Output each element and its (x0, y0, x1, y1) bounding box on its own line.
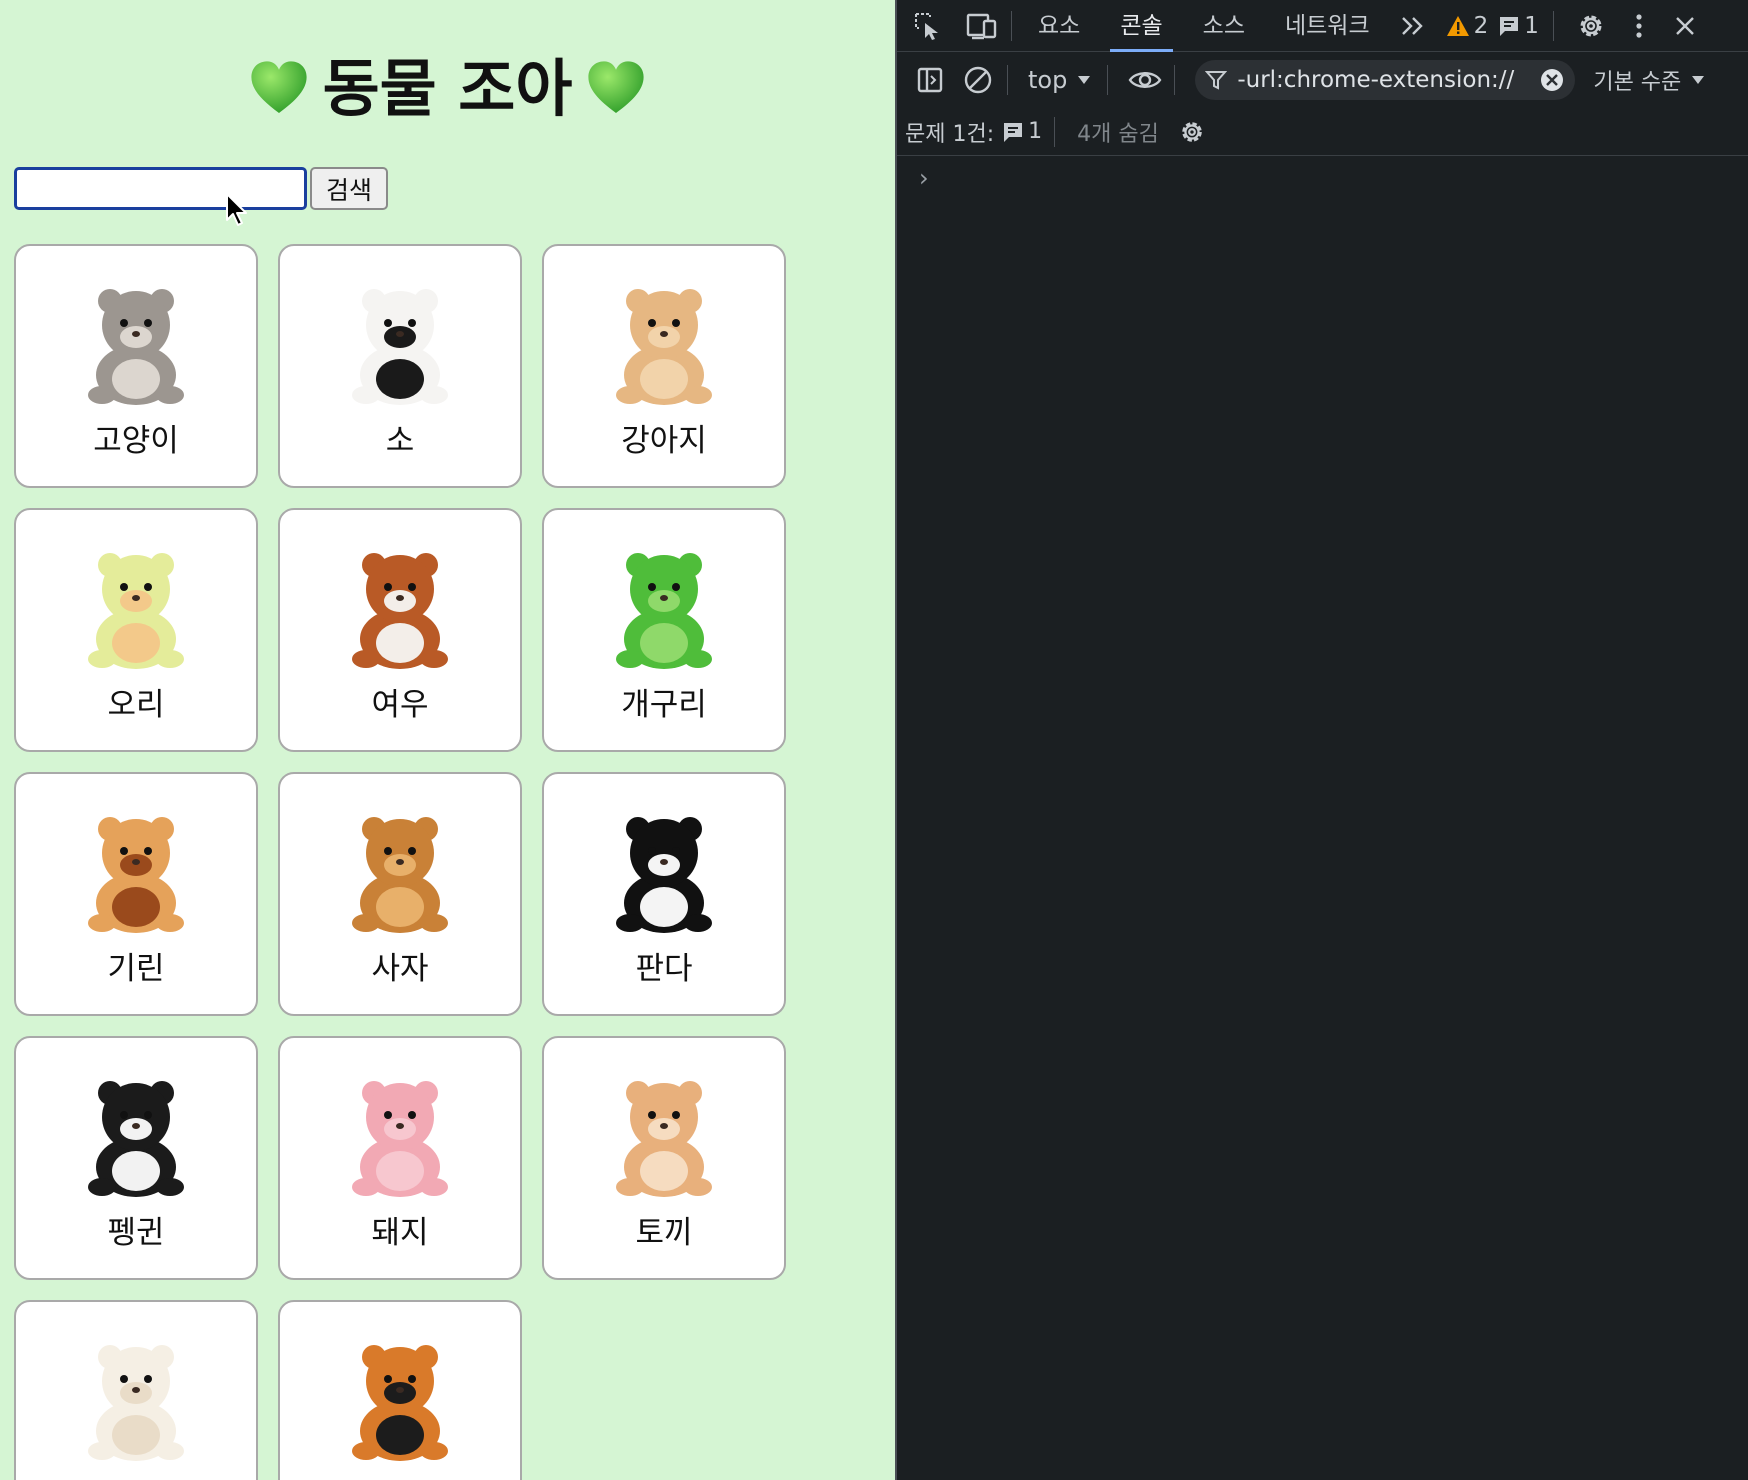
context-selector[interactable]: top (1028, 66, 1091, 94)
context-value: top (1028, 66, 1068, 94)
animal-card[interactable]: 펭귄 (14, 1036, 258, 1280)
animal-name: 여우 (371, 686, 429, 723)
separator (1007, 65, 1008, 95)
duck-plush-icon (88, 552, 184, 669)
separator (1054, 116, 1056, 147)
animal-card[interactable]: 강아지 (542, 244, 786, 488)
animal-card[interactable]: 소 (278, 244, 522, 488)
web-page: 동물 조아 검색 고양이 소 강아지오리 여우 개구리기린 사자 판다펭귄 돼지 토끼양 호랑이 (0, 0, 895, 1480)
log-level-value: 기본 수준 (1593, 70, 1682, 95)
animal-card[interactable]: 여우 (278, 508, 522, 752)
devtools-panel: 요소 콘솔 소스 네트워크 2 1 top -url:chrome-extens… (895, 0, 1748, 1480)
more-tabs-icon[interactable] (1390, 3, 1436, 49)
close-devtools-icon[interactable] (1662, 3, 1708, 49)
devtools-tab-bar: 요소 콘솔 소스 네트워크 2 1 (897, 0, 1748, 52)
warning-count: 2 (1473, 12, 1489, 39)
animal-card[interactable]: 사자 (278, 772, 522, 1016)
clear-console-icon[interactable] (955, 57, 1001, 103)
animal-card[interactable]: 돼지 (278, 1036, 522, 1280)
giraffe-plush-icon (88, 816, 184, 933)
filter-value: -url:chrome-extension:// (1237, 67, 1515, 93)
live-expression-eye-icon[interactable] (1122, 57, 1168, 103)
panda-plush-icon (616, 816, 712, 933)
green-heart-icon (588, 61, 644, 113)
animal-name: 토끼 (635, 1214, 693, 1251)
devtools-tabs: 요소 콘솔 소스 네트워크 (1018, 0, 1390, 52)
animal-name: 펭귄 (107, 1214, 165, 1251)
more-options-icon[interactable] (1616, 3, 1662, 49)
puppy-plush-icon (616, 288, 712, 405)
filter-funnel-icon (1205, 71, 1228, 90)
search-button[interactable]: 검색 (310, 167, 389, 210)
fox-plush-icon (352, 552, 448, 669)
animal-card[interactable]: 호랑이 (278, 1300, 522, 1480)
pig-plush-icon (352, 1080, 448, 1197)
issues-bar: 문제 1건: 1 4개 숨김 (897, 108, 1748, 156)
settings-gear-icon[interactable] (1568, 3, 1614, 49)
search-bar: 검색 (14, 167, 389, 210)
dropdown-arrow-icon (1078, 76, 1091, 84)
animal-card[interactable]: 기린 (14, 772, 258, 1016)
animal-name: 판다 (635, 950, 693, 987)
console-prompt[interactable]: › (919, 164, 929, 192)
animal-name: 양 (122, 1471, 151, 1480)
dropdown-arrow-icon (1692, 76, 1705, 84)
tiger-plush-icon (352, 1344, 448, 1461)
warnings-badge[interactable]: 2 (1446, 12, 1489, 39)
hidden-messages-label: 4개 숨김 (1077, 121, 1159, 147)
animal-name: 호랑이 (357, 1471, 443, 1480)
inspect-element-icon[interactable] (905, 3, 951, 49)
issues-count-button[interactable]: 1 (1002, 119, 1042, 144)
frog-plush-icon (616, 552, 712, 669)
devtools-tab[interactable]: 네트워크 (1265, 0, 1390, 52)
animal-name: 소 (385, 422, 415, 459)
device-toolbar-icon[interactable] (959, 3, 1005, 49)
animal-name: 고양이 (93, 422, 179, 459)
console-settings-gear-icon[interactable] (1169, 109, 1215, 155)
message-icon (1500, 16, 1519, 36)
animal-card[interactable]: 고양이 (14, 244, 258, 488)
warning-icon (1446, 15, 1469, 36)
animal-name: 개구리 (621, 686, 707, 723)
console-toolbar: top -url:chrome-extension:// 기본 수준 (897, 54, 1748, 106)
mouse-cursor-icon (226, 193, 247, 226)
devtools-tab[interactable]: 요소 (1018, 0, 1100, 52)
cat-plush-icon (88, 288, 184, 405)
sidebar-toggle-icon[interactable] (907, 57, 953, 103)
issues-count: 1 (1028, 119, 1043, 144)
lion-plush-icon (352, 816, 448, 933)
devtools-tab[interactable]: 콘솔 (1100, 0, 1182, 52)
cow-plush-icon (352, 288, 448, 405)
console-filter-input[interactable]: -url:chrome-extension:// (1195, 60, 1576, 100)
separator (1174, 65, 1176, 95)
issues-label: 문제 1건: (905, 121, 995, 147)
devtools-tab[interactable]: 소스 (1183, 0, 1265, 52)
animal-grid: 고양이 소 강아지오리 여우 개구리기린 사자 판다펭귄 돼지 토끼양 호랑이 (14, 244, 786, 1480)
animal-card[interactable]: 개구리 (542, 508, 786, 752)
rabbit-plush-icon (616, 1080, 712, 1197)
animal-name: 강아지 (621, 422, 707, 459)
separator (1011, 10, 1012, 41)
search-input[interactable] (14, 167, 307, 210)
animal-card[interactable]: 양 (14, 1300, 258, 1480)
clear-filter-icon[interactable] (1539, 67, 1565, 93)
separator (1107, 65, 1109, 95)
message-count: 1 (1524, 12, 1539, 39)
animal-card[interactable]: 토끼 (542, 1036, 786, 1280)
page-title-text: 동물 조아 (322, 52, 573, 125)
separator (1552, 10, 1554, 41)
animal-card[interactable]: 오리 (14, 508, 258, 752)
log-level-selector[interactable]: 기본 수준 (1593, 64, 1705, 96)
penguin-plush-icon (88, 1080, 184, 1197)
message-icon (1004, 122, 1023, 142)
messages-badge[interactable]: 1 (1498, 13, 1539, 39)
animal-card[interactable]: 판다 (542, 772, 786, 1016)
animal-name: 기린 (107, 950, 165, 987)
animal-name: 돼지 (371, 1214, 429, 1251)
animal-name: 오리 (107, 686, 165, 723)
animal-name: 사자 (371, 950, 429, 987)
page-title: 동물 조아 (0, 38, 895, 128)
sheep-plush-icon (88, 1344, 184, 1461)
green-heart-icon (251, 61, 307, 113)
